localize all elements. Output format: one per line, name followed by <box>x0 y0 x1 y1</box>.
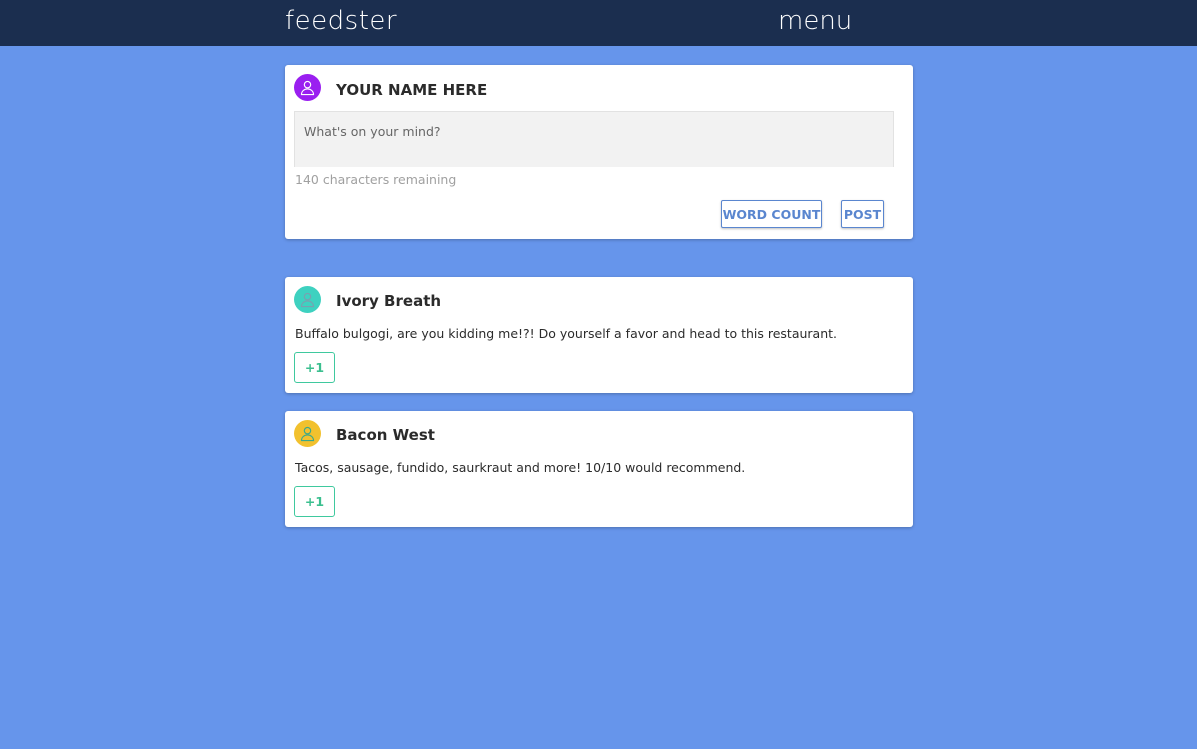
composer-card: YOUR NAME HERE 140 characters remaining … <box>285 65 913 239</box>
feed-post: Ivory Breath Buffalo bulgogi, are you ki… <box>285 277 913 393</box>
characters-remaining: 140 characters remaining <box>295 172 457 187</box>
post-button[interactable]: POST <box>841 200 884 228</box>
post-author-name: Ivory Breath <box>336 292 442 310</box>
post-input[interactable] <box>294 111 894 167</box>
feed-post: Bacon West Tacos, sausage, fundido, saur… <box>285 411 913 527</box>
post-author-name: Bacon West <box>336 426 435 444</box>
avatar <box>294 74 321 101</box>
word-count-button[interactable]: WORD COUNT <box>721 200 822 228</box>
composer-author-name: YOUR NAME HERE <box>336 81 488 99</box>
post-text: Buffalo bulgogi, are you kidding me!?! D… <box>295 326 838 341</box>
user-icon <box>300 426 315 442</box>
avatar <box>294 420 321 447</box>
plus-one-button[interactable]: +1 <box>294 352 335 383</box>
post-text: Tacos, sausage, fundido, saurkraut and m… <box>295 460 746 475</box>
plus-one-button[interactable]: +1 <box>294 486 335 517</box>
avatar <box>294 286 321 313</box>
user-icon <box>300 80 315 96</box>
menu-button[interactable]: menu <box>778 6 852 36</box>
top-nav-bar: feedster menu <box>0 0 1197 46</box>
brand-logo-text[interactable]: feedster <box>285 6 397 36</box>
user-icon <box>300 292 315 308</box>
